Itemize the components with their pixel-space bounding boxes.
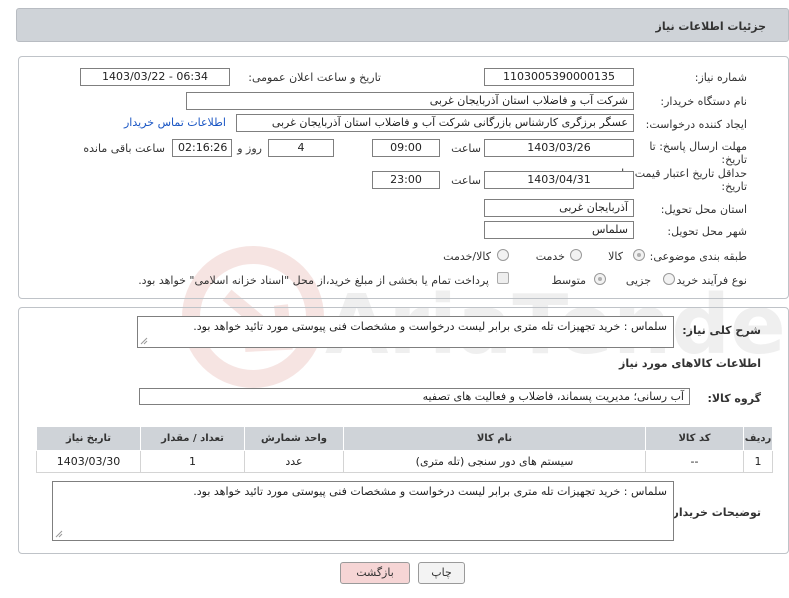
category-option-service: خدمت [535,250,565,263]
remaining-time-field: 02:16:26 [172,139,232,157]
back-button[interactable]: بازگشت [340,562,410,584]
col-header-unit: واحد شمارش [244,426,344,451]
page-header: جزئیات اطلاعات نیاز [16,8,789,42]
col-header-row-number: ردیف [743,426,773,451]
category-radio-service[interactable] [570,249,582,261]
city-label: شهر محل تحویل: [667,225,747,238]
buyer-org-label: نام دستگاه خریدار: [660,95,747,108]
category-label: طبقه بندی موضوعی: [649,250,747,263]
col-header-need-date: تاریخ نیاز [36,426,141,451]
process-radio-medium[interactable] [594,273,606,285]
city-field: سلماس [484,221,634,239]
col-header-goods-code: کد کالا [645,426,744,451]
col-header-goods-name: نام کالا [343,426,646,451]
goods-group-label: گروه کالا: [707,392,761,405]
description-textarea[interactable]: سلماس : خرید تجهیزات تله متری برابر لیست… [137,316,674,348]
deadline-date-field: 1403/03/26 [484,139,634,157]
need-number-field: 1103005390000135 [484,68,634,86]
cell-goods-code: -- [645,450,744,473]
price-valid-label: حداقل تاریخ اعتبار قیمت: تا [621,167,747,180]
category-option-goods-service: کالا/خدمت [443,250,491,263]
announce-label: تاریخ و ساعت اعلان عمومی: [248,71,381,84]
category-radio-goods-service[interactable] [497,249,509,261]
goods-section-title: اطلاعات کالاهای مورد نیاز [619,357,761,370]
cell-unit: عدد [244,450,344,473]
process-option-minor: جزیی [625,274,651,287]
cell-row-number: 1 [743,450,773,473]
treasury-payment-note: پرداخت تمام یا بخشی از مبلغ خرید،از محل … [138,274,489,287]
cell-need-date: 1403/03/30 [36,450,141,473]
process-label: نوع فرآیند خرید : [669,274,747,287]
requester-label: ایجاد کننده درخواست: [645,118,747,131]
buyer-contact-link[interactable]: اطلاعات تماس خریدار [124,116,226,129]
buyer-notes-label: توضیحات خریدار: [668,506,761,519]
cell-quantity: 1 [140,450,245,473]
deadline-time-label: ساعت [451,142,481,155]
goods-group-field: آب رسانی؛ مدیریت پسماند، فاضلاب و فعالیت… [139,388,690,405]
goods-table: ردیف کد کالا نام کالا واحد شمارش تعداد /… [36,426,773,473]
description-text: سلماس : خرید تجهیزات تله متری برابر لیست… [193,320,667,333]
deadline-label-date: تاریخ: [721,153,747,166]
description-label: شرح کلی نیاز: [682,324,761,337]
cell-goods-name: سیستم های دور سنجی (تله متری) [343,450,646,473]
remaining-days-field: 4 [268,139,334,157]
price-valid-time-label: ساعت [451,174,481,187]
goods-table-header-row: ردیف کد کالا نام کالا واحد شمارش تعداد /… [36,426,773,451]
days-label: روز و [237,142,262,155]
print-button[interactable]: چاپ [418,562,465,584]
requester-field: عسگر برزگری کارشناس بازرگانی شرکت آب و ف… [236,114,634,132]
resize-grip-icon[interactable] [140,337,148,345]
deadline-label: مهلت ارسال پاسخ: تا [649,140,747,153]
process-radio-minor[interactable] [663,273,675,285]
page-title: جزئیات اطلاعات نیاز [655,20,767,33]
buyer-org-field: شرکت آب و فاضلاب استان آذربایجان غربی [186,92,634,110]
province-field: آذربایجان غربی [484,199,634,217]
buyer-notes-textarea[interactable]: سلماس : خرید تجهیزات تله متری برابر لیست… [52,481,674,541]
process-option-medium: متوسط [551,274,586,287]
price-valid-time-field: 23:00 [372,171,440,189]
announce-datetime-field: 1403/03/22 - 06:34 [80,68,230,86]
table-row: 1 -- سیستم های دور سنجی (تله متری) عدد 1… [36,450,773,473]
category-option-goods: کالا [608,250,623,263]
province-label: استان محل تحویل: [660,203,747,216]
buyer-notes-text: سلماس : خرید تجهیزات تله متری برابر لیست… [193,485,667,498]
category-radio-goods[interactable] [633,249,645,261]
need-number-label: شماره نیاز: [694,71,747,84]
remaining-label: ساعت باقی مانده [83,142,165,155]
treasury-payment-checkbox[interactable] [497,272,509,284]
resize-grip-icon[interactable] [55,530,63,538]
price-valid-date-field: 1403/04/31 [484,171,634,189]
col-header-quantity: تعداد / مقدار [140,426,245,451]
price-valid-label-date: تاریخ: [721,180,747,193]
deadline-time-field: 09:00 [372,139,440,157]
